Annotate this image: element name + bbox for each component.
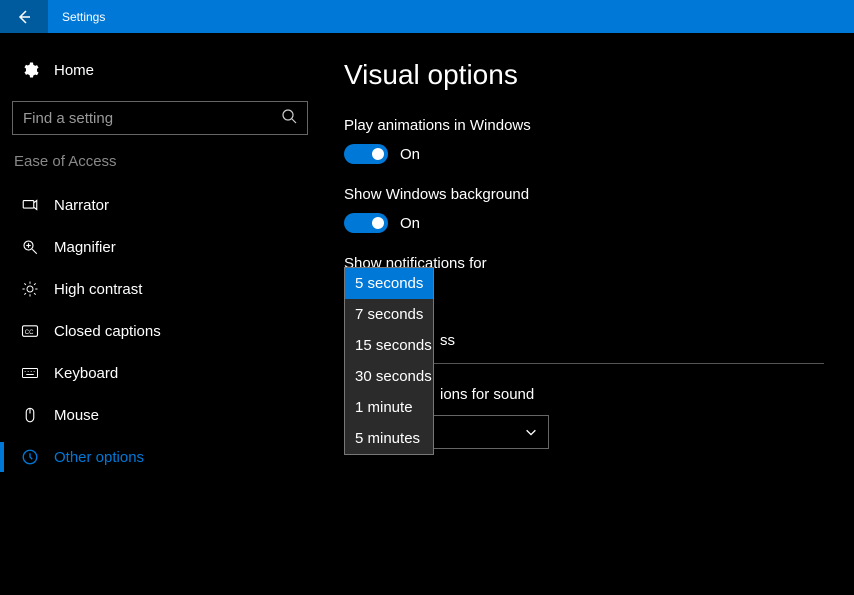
toggle-knob: [372, 217, 384, 229]
mouse-icon: [20, 406, 40, 424]
chevron-down-icon: [524, 425, 538, 439]
window-title: Settings: [62, 10, 105, 24]
sidebar-item-mouse[interactable]: Mouse: [12, 394, 308, 436]
play-animations-label: Play animations in Windows: [344, 117, 830, 134]
sidebar: Home Ease of Access Narrator Magnifier: [0, 33, 320, 595]
main-panel: Visual options Play animations in Window…: [320, 33, 854, 595]
sidebar-item-magnifier[interactable]: Magnifier: [12, 226, 308, 268]
sidebar-item-keyboard[interactable]: Keyboard: [12, 352, 308, 394]
dropdown-option[interactable]: 15 seconds: [345, 330, 433, 361]
titlebar: Settings: [0, 0, 854, 33]
category-label: Ease of Access: [12, 153, 308, 170]
high-contrast-icon: [20, 280, 40, 298]
sidebar-item-other-options[interactable]: Other options: [12, 436, 308, 478]
svg-text:CC: CC: [25, 330, 34, 336]
arrow-left-icon: [16, 9, 32, 25]
sidebar-item-high-contrast[interactable]: High contrast: [12, 268, 308, 310]
dropdown-option[interactable]: 5 minutes: [345, 423, 433, 454]
show-bg-label: Show Windows background: [344, 186, 830, 203]
sidebar-item-label: Magnifier: [54, 239, 116, 256]
dropdown-option[interactable]: 5 seconds: [345, 268, 433, 299]
toggle-knob: [372, 148, 384, 160]
sidebar-item-label: Narrator: [54, 197, 109, 214]
magnifier-icon: [20, 238, 40, 256]
sidebar-item-closed-captions[interactable]: CC Closed captions: [12, 310, 308, 352]
search-box[interactable]: [12, 101, 308, 135]
page-heading: Visual options: [344, 59, 830, 91]
sidebar-item-label: Closed captions: [54, 323, 161, 340]
other-options-icon: [20, 448, 40, 466]
sidebar-item-narrator[interactable]: Narrator: [12, 184, 308, 226]
notifications-duration-dropdown[interactable]: 5 seconds 7 seconds 15 seconds 30 second…: [344, 267, 434, 455]
search-icon: [281, 108, 297, 129]
closed-captions-icon: CC: [20, 322, 40, 340]
home-label: Home: [54, 62, 94, 79]
dropdown-option[interactable]: 1 minute: [345, 392, 433, 423]
gear-icon: [20, 61, 40, 79]
narrator-icon: [20, 196, 40, 214]
keyboard-icon: [20, 364, 40, 382]
search-input[interactable]: [23, 110, 281, 127]
play-animations-state: On: [400, 146, 420, 163]
sidebar-item-label: Mouse: [54, 407, 99, 424]
sidebar-item-label: High contrast: [54, 281, 142, 298]
home-nav[interactable]: Home: [12, 53, 308, 87]
show-bg-toggle[interactable]: [344, 213, 388, 233]
show-bg-state: On: [400, 215, 420, 232]
back-button[interactable]: [0, 0, 48, 33]
sidebar-item-label: Other options: [54, 449, 144, 466]
sidebar-item-label: Keyboard: [54, 365, 118, 382]
dropdown-option[interactable]: 30 seconds: [345, 361, 433, 392]
play-animations-toggle[interactable]: [344, 144, 388, 164]
dropdown-option[interactable]: 7 seconds: [345, 299, 433, 330]
